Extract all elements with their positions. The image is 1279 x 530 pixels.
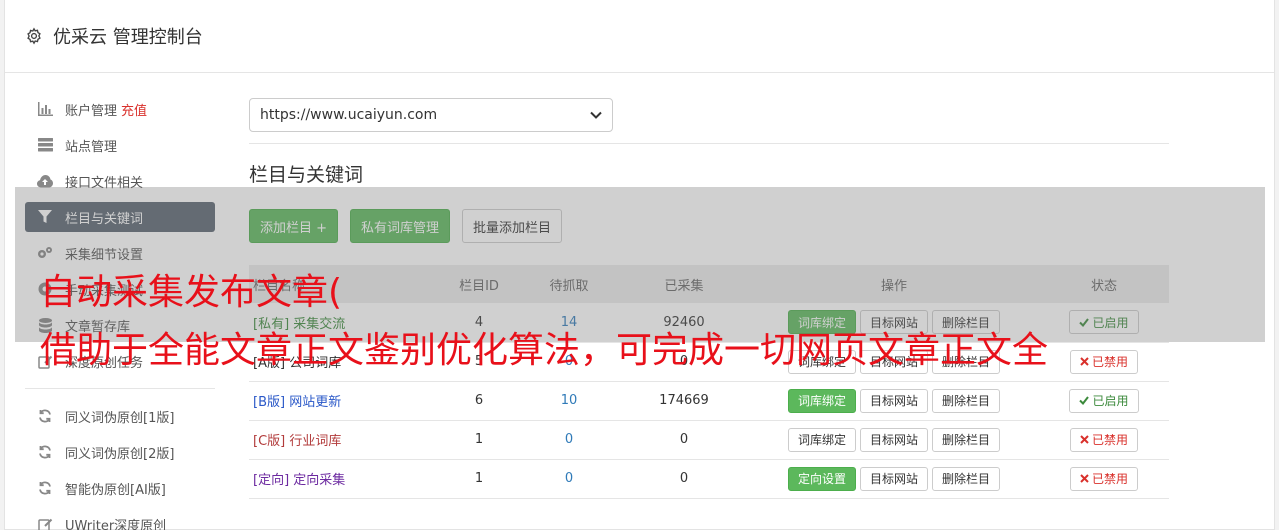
server-icon	[37, 137, 53, 153]
refresh-icon	[37, 408, 53, 424]
status-label: 已禁用	[1091, 433, 1128, 447]
cell-column-name: [定向] 定向采集	[249, 459, 439, 499]
cell-pending[interactable]: 10	[519, 381, 619, 421]
cell-pending[interactable]: 0	[519, 459, 619, 499]
divider	[249, 143, 1169, 144]
cell-collected: 0	[619, 420, 749, 460]
status-label: 已禁用	[1091, 472, 1128, 486]
watermark-overlay	[15, 187, 1265, 342]
sidebar-item-smart-ai[interactable]: 智能伪原创[AI版]	[25, 473, 215, 503]
cell-column-name: [C版] 行业词库	[249, 420, 439, 460]
sidebar-item-label: 站点管理	[65, 139, 118, 155]
table-row: [定向] 定向采集 1 0 0 定向设置 目标网站 删除栏目 已禁用	[249, 459, 1169, 499]
sidebar-item-synonym-v2[interactable]: 同义词伪原创[2版]	[25, 437, 215, 467]
page-title: 优采云 管理控制台	[53, 27, 203, 48]
cell-status: 已禁用	[1039, 342, 1169, 382]
cell-actions: 词库绑定 目标网站 删除栏目	[749, 420, 1039, 460]
cell-column-id: 6	[439, 381, 519, 421]
column-name-link[interactable]: 定向采集	[293, 473, 345, 488]
cell-column-name: [B版] 网站更新	[249, 381, 439, 421]
sidebar-item-label: 智能伪原创[AI版]	[65, 482, 166, 498]
table-row: [B版] 网站更新 6 10 174669 词库绑定 目标网站 删除栏目 已启用	[249, 381, 1169, 421]
bar-chart-icon	[37, 101, 53, 117]
delete-column-button[interactable]: 删除栏目	[932, 388, 1001, 413]
sidebar-item-account[interactable]: 账户管理 充值	[25, 94, 215, 124]
sidebar-item-label: 同义词伪原创[2版]	[65, 446, 175, 462]
sidebar-item-sites[interactable]: 站点管理	[25, 130, 215, 160]
target-site-button[interactable]: 目标网站	[859, 427, 928, 452]
overlay-caption-line1: 自动采集发布文章(	[40, 272, 343, 313]
delete-column-button[interactable]: 删除栏目	[932, 466, 1001, 491]
refresh-icon	[37, 444, 53, 460]
sidebar-item-label: 账户管理	[65, 103, 118, 119]
cell-collected: 0	[619, 459, 749, 499]
page-header: 优采云 管理控制台	[5, 0, 1274, 73]
recharge-link[interactable]: 充值	[121, 100, 147, 119]
section-title: 栏目与关键词	[249, 164, 364, 186]
close-icon	[1080, 357, 1089, 366]
status-label: 已启用	[1092, 394, 1129, 408]
site-select-value: https://www.ucaiyun.com	[260, 107, 438, 123]
cell-status: 已禁用	[1039, 420, 1169, 460]
cell-column-id: 1	[439, 420, 519, 460]
lexicon-bind-button[interactable]: 词库绑定	[787, 427, 856, 452]
status-toggle-button[interactable]: 已禁用	[1069, 466, 1138, 491]
column-name-link[interactable]: 行业词库	[289, 434, 341, 449]
lexicon-bind-button[interactable]: 定向设置	[787, 466, 856, 491]
column-tag: [C版]	[253, 434, 286, 449]
cell-collected: 174669	[619, 381, 749, 421]
close-icon	[1080, 435, 1089, 444]
status-toggle-button[interactable]: 已禁用	[1069, 427, 1138, 452]
column-tag: [B版]	[253, 395, 286, 410]
sidebar-item-label: UWriter深度原创	[65, 518, 167, 530]
chevron-down-icon	[590, 111, 602, 119]
gear-icon	[25, 27, 43, 45]
status-toggle-button[interactable]: 已启用	[1069, 388, 1139, 413]
edit-icon	[37, 516, 53, 530]
status-toggle-button[interactable]: 已禁用	[1069, 349, 1138, 374]
sidebar-item-synonym-v1[interactable]: 同义词伪原创[1版]	[25, 401, 215, 431]
column-tag: [定向]	[253, 473, 290, 488]
lexicon-bind-button[interactable]: 词库绑定	[787, 388, 856, 413]
refresh-icon	[37, 480, 53, 496]
target-site-button[interactable]: 目标网站	[859, 466, 928, 491]
column-name-link[interactable]: 网站更新	[289, 395, 341, 410]
cell-status: 已禁用	[1039, 459, 1169, 499]
cell-actions: 定向设置 目标网站 删除栏目	[749, 459, 1039, 499]
overlay-caption-line2: 借助于全能文章正文鉴别优化算法，可完成一切网页文章正文全	[40, 330, 1049, 371]
table-row: [C版] 行业词库 1 0 0 词库绑定 目标网站 删除栏目 已禁用	[249, 420, 1169, 460]
cell-actions: 词库绑定 目标网站 删除栏目	[749, 381, 1039, 421]
sidebar-item-uwriter[interactable]: UWriter深度原创	[25, 509, 215, 530]
delete-column-button[interactable]: 删除栏目	[932, 427, 1001, 452]
cell-pending[interactable]: 0	[519, 420, 619, 460]
cell-column-id: 1	[439, 459, 519, 499]
target-site-button[interactable]: 目标网站	[859, 388, 928, 413]
status-label: 已禁用	[1091, 355, 1128, 369]
sidebar-divider	[25, 388, 215, 389]
close-icon	[1080, 474, 1089, 483]
cell-status: 已启用	[1039, 381, 1169, 421]
site-select[interactable]: https://www.ucaiyun.com	[249, 98, 613, 132]
check-icon	[1079, 396, 1090, 405]
sidebar-item-label: 同义词伪原创[1版]	[65, 410, 175, 426]
